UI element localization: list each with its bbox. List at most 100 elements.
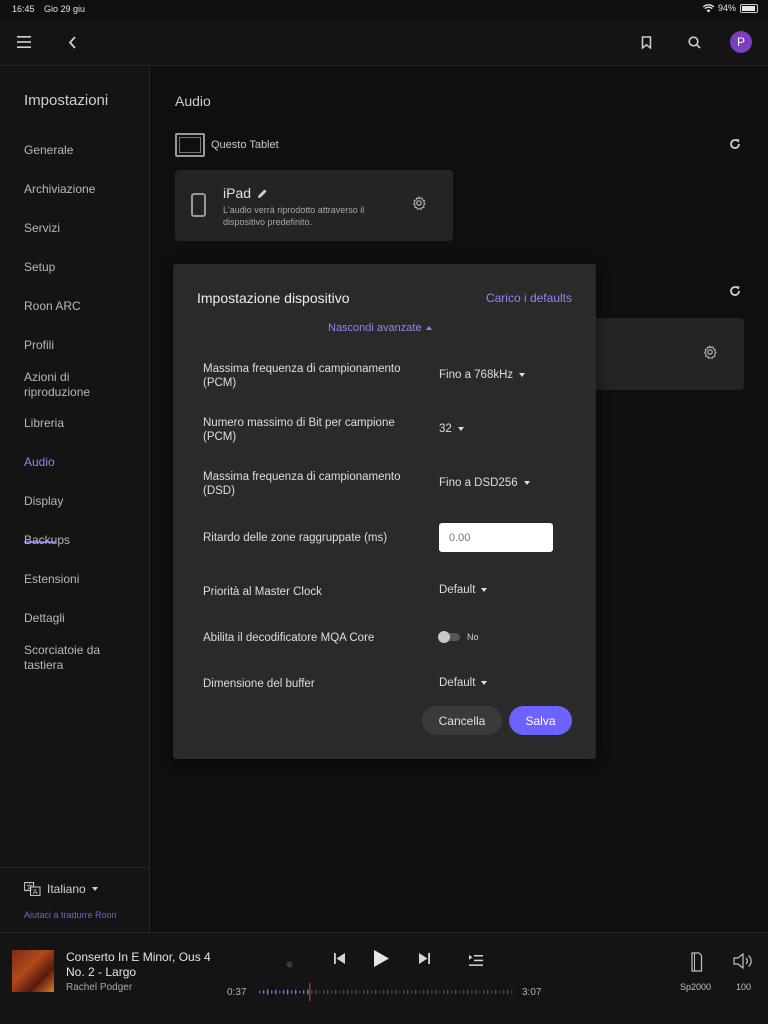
waveform-bar: [479, 991, 481, 993]
buffer-select[interactable]: Default: [439, 677, 488, 689]
waveform-bar: [271, 990, 273, 994]
sidebar-item-profili[interactable]: Profili: [24, 338, 140, 353]
waveform-bar: [287, 989, 289, 995]
gear-icon-2[interactable]: [703, 344, 717, 364]
chevron-down-icon: [481, 681, 488, 685]
waveform-bar: [351, 990, 353, 994]
sidebar-item-setup[interactable]: Setup: [24, 260, 140, 275]
waveform-bar: [411, 990, 413, 994]
chevron-down-icon: [481, 588, 488, 592]
edit-pencil-icon[interactable]: [257, 188, 268, 199]
buffer-label: Dimensione del buffer: [203, 678, 315, 690]
bookmark-icon[interactable]: [634, 30, 658, 54]
master-clock-select[interactable]: Default: [439, 584, 488, 596]
chevron-down-icon: [523, 481, 530, 485]
radio-dot-icon[interactable]: [286, 955, 293, 973]
waveform-bar: [263, 990, 265, 994]
waveform-bar: [447, 989, 449, 995]
search-icon[interactable]: [682, 30, 706, 54]
next-track-icon[interactable]: [418, 952, 431, 970]
pcm-rate-label: Massima frequenza di campionamento (PCM): [203, 363, 401, 389]
waveform-bar: [395, 989, 397, 995]
waveform-bar: [499, 991, 501, 993]
waveform-bar: [279, 991, 281, 993]
profile-avatar[interactable]: P: [730, 31, 752, 53]
album-art[interactable]: [12, 950, 54, 992]
playhead-marker[interactable]: [309, 983, 311, 1001]
device-settings-modal: Impostazione dispositivo Carico i defaul…: [173, 264, 596, 759]
waveform-bar: [431, 990, 433, 994]
sidebar-title: Impostazioni: [24, 92, 109, 109]
waveform-bar: [455, 989, 457, 995]
waveform-bar: [367, 989, 369, 995]
zone-name[interactable]: Sp2000: [680, 982, 711, 992]
sidebar-item-roon-arc[interactable]: Roon ARC: [24, 299, 140, 314]
language-selector[interactable]: 文A Italiano: [24, 882, 98, 896]
menu-icon[interactable]: [12, 30, 36, 54]
sidebar-item-generale[interactable]: Generale: [24, 143, 140, 158]
translate-roon-link[interactable]: Aiutaci a tradurre Roon: [24, 910, 117, 920]
back-icon[interactable]: [60, 30, 84, 54]
waveform-bar: [259, 991, 261, 993]
waveform-bar: [491, 990, 493, 994]
status-right: 94%: [702, 3, 758, 13]
refresh-icon[interactable]: [729, 138, 741, 153]
refresh-icon-2[interactable]: [729, 285, 741, 300]
waveform-bar: [483, 990, 485, 994]
waveform-bar: [275, 989, 277, 995]
hide-advanced-toggle[interactable]: Nascondi avanzate: [328, 322, 432, 334]
waveform-bar: [327, 989, 329, 995]
dsd-rate-value: Fino a DSD256: [439, 477, 518, 489]
cancel-button[interactable]: Cancella: [422, 706, 502, 735]
queue-icon[interactable]: [469, 953, 483, 971]
sidebar-item-servizi[interactable]: Servizi: [24, 221, 140, 236]
waveform-bar: [443, 990, 445, 994]
previous-track-icon[interactable]: [333, 952, 346, 970]
waveform-bar: [295, 989, 297, 995]
waveform-bar: [427, 989, 429, 995]
device-card-2[interactable]: [595, 318, 744, 390]
play-icon[interactable]: [373, 949, 390, 973]
sidebar-item-scorciatoie[interactable]: Scorciatoie da tastiera: [24, 643, 114, 673]
now-playing-bar: Conserto In E Minor, Ous 4 No. 2 - Largo…: [0, 932, 768, 1024]
volume-icon[interactable]: [733, 952, 755, 974]
sidebar-item-audio[interactable]: Audio: [24, 455, 140, 470]
waveform-seekbar[interactable]: [258, 983, 514, 1001]
dsd-rate-select[interactable]: Fino a DSD256: [439, 477, 530, 489]
waveform-bar: [423, 990, 425, 994]
waveform-bar: [319, 991, 321, 993]
sidebar-item-backups[interactable]: Backups: [24, 533, 140, 548]
wifi-icon: [702, 3, 714, 12]
gear-icon[interactable]: [412, 195, 426, 215]
load-defaults-link[interactable]: Carico i defaults: [486, 291, 572, 305]
waveform-bar: [391, 990, 393, 994]
sidebar-item-archiviazione[interactable]: Archiviazione: [24, 182, 140, 197]
sidebar-item-libreria[interactable]: Libreria: [24, 416, 140, 431]
pcm-rate-select[interactable]: Fino a 768kHz: [439, 369, 526, 381]
device-zone-icon[interactable]: [690, 952, 703, 977]
chevron-down-icon: [91, 887, 98, 891]
waveform-bar: [343, 990, 345, 994]
waveform-bar: [419, 991, 421, 993]
waveform-bar: [459, 991, 461, 993]
waveform-bar: [331, 990, 333, 994]
device-card-ipad[interactable]: iPad L'audio verrà riprodotto attraverso…: [175, 170, 453, 241]
sidebar-item-azioni-riproduzione[interactable]: Azioni di riproduzione: [24, 370, 104, 400]
bits-select[interactable]: 32: [439, 423, 464, 435]
tablet-icon: [175, 133, 205, 157]
waveform-bar: [507, 989, 509, 995]
mqa-toggle[interactable]: [438, 631, 460, 643]
waveform-bar: [299, 991, 301, 993]
device-description: L'audio verrà riprodotto attraverso il d…: [223, 205, 365, 227]
mqa-label: Abilita il decodificatore MQA Core: [203, 632, 375, 644]
save-button[interactable]: Salva: [509, 706, 572, 735]
sidebar-item-display[interactable]: Display: [24, 494, 140, 509]
waveform-bar: [451, 990, 453, 994]
waveform-bar: [435, 989, 437, 995]
sidebar-item-dettagli[interactable]: Dettagli: [24, 611, 140, 626]
track-artist[interactable]: Rachel Podger: [66, 982, 132, 993]
sidebar-item-estensioni[interactable]: Estensioni: [24, 572, 140, 587]
waveform-bar: [399, 991, 401, 993]
track-title[interactable]: Conserto In E Minor, Ous 4 No. 2 - Largo: [66, 950, 226, 980]
delay-input[interactable]: [439, 523, 553, 552]
